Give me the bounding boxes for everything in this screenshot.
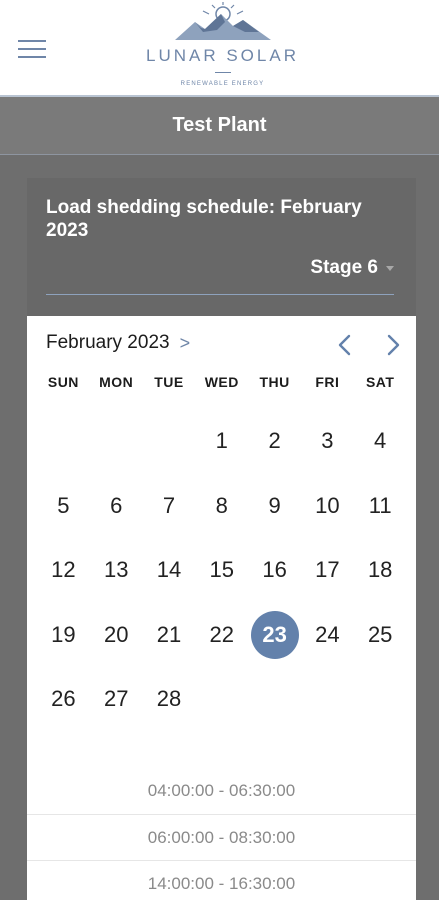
dropdown-underline (46, 294, 394, 295)
chevron-right-icon[interactable] (382, 332, 404, 358)
day-cell[interactable]: 15 (195, 538, 248, 603)
logo-divider (215, 72, 231, 73)
app-header: LUNAR SOLAR RENEWABLE ENERGY (0, 0, 439, 97)
day-number: 10 (315, 492, 340, 518)
schedule-card: Load shedding schedule: February 2023 St… (27, 178, 416, 318)
month-selector[interactable]: February 2023 > (46, 332, 190, 354)
app-root: LUNAR SOLAR RENEWABLE ENERGY Test Plant … (0, 0, 439, 900)
day-cell[interactable]: 20 (90, 603, 143, 668)
day-cell[interactable]: 9 (248, 474, 301, 539)
stage-dropdown[interactable]: Stage 6 (310, 257, 394, 279)
day-number: 5 (57, 492, 70, 518)
day-number: 24 (315, 621, 340, 647)
time-slot[interactable]: 06:00:00 - 08:30:00 (27, 814, 416, 860)
day-cell[interactable]: 8 (195, 474, 248, 539)
day-number: 22 (209, 621, 235, 647)
mountain-sun-icon (175, 2, 271, 40)
plant-title-bar: Test Plant (0, 97, 439, 155)
weekday-label: WED (204, 374, 239, 390)
day-number: 6 (110, 492, 123, 518)
month-label: February 2023 (46, 332, 170, 353)
day-number: 12 (51, 557, 76, 583)
day-number: 7 (162, 492, 176, 518)
day-cell[interactable]: 11 (354, 474, 407, 539)
day-number: 11 (368, 492, 392, 518)
day-number: 28 (156, 686, 182, 712)
day-number: 21 (156, 621, 182, 647)
day-cell[interactable]: 4 (354, 409, 407, 474)
day-number: 26 (51, 686, 76, 712)
day-cell[interactable]: 10 (301, 474, 354, 539)
empty-day-cell (143, 409, 196, 474)
day-cell[interactable]: 22 (195, 603, 248, 668)
day-cell[interactable]: 17 (301, 538, 354, 603)
day-number: 8 (215, 492, 228, 518)
day-cell[interactable]: 12 (37, 538, 90, 603)
day-cell[interactable]: 14 (143, 538, 196, 603)
day-cell[interactable]: 21 (143, 603, 196, 668)
day-number: 25 (367, 621, 393, 647)
day-grid: 1 2 3 4 5 6 7 8 9 10 11 12 13 14 15 16 17 18 19 20 21 22 23 24 2… (37, 409, 407, 732)
page-title: Test Plant (172, 114, 267, 136)
weekday-label: THU (259, 374, 290, 390)
logo-tagline: RENEWABLE ENERGY (180, 81, 265, 87)
empty-day-cell (37, 409, 90, 474)
day-number: 13 (103, 557, 129, 583)
day-cell[interactable]: 19 (37, 603, 90, 668)
day-cell[interactable]: 6 (90, 474, 143, 539)
chevron-left-icon[interactable] (334, 332, 356, 358)
day-cell[interactable]: 25 (354, 603, 407, 668)
day-number: 17 (315, 557, 340, 583)
calendar-header: February 2023 > (27, 316, 416, 368)
weekday-label: SAT (365, 374, 395, 390)
day-cell[interactable]: 7 (143, 474, 196, 539)
month-expand-icon: > (179, 332, 191, 353)
empty-day-cell (90, 409, 143, 474)
day-number: 14 (156, 557, 182, 583)
brand-logo: LUNAR SOLAR RENEWABLE ENERGY (135, 0, 310, 92)
day-number: 16 (262, 557, 287, 583)
day-number: 1 (215, 428, 228, 454)
selected-day-cell[interactable]: 23 (248, 603, 301, 668)
time-slot[interactable]: 04:00:00 - 06:30:00 (27, 768, 416, 814)
day-cell[interactable]: 24 (301, 603, 354, 668)
time-slot-list: 04:00:00 - 06:30:00 06:00:00 - 08:30:00 … (27, 768, 416, 900)
weekday-label: TUE (154, 374, 184, 390)
day-number: 20 (103, 621, 129, 647)
schedule-title: Load shedding schedule: February 2023 (46, 197, 362, 241)
day-cell[interactable]: 3 (301, 409, 354, 474)
weekday-label: SUN (47, 374, 79, 390)
day-number: 23 (250, 610, 299, 659)
stage-value: Stage 6 (310, 257, 378, 278)
logo-wordmark: LUNAR SOLAR (146, 46, 299, 65)
day-cell[interactable]: 13 (90, 538, 143, 603)
day-cell[interactable]: 27 (90, 667, 143, 732)
day-cell[interactable]: 2 (248, 409, 301, 474)
hamburger-menu-icon[interactable] (18, 40, 48, 60)
day-number: 27 (103, 686, 129, 712)
day-number: 19 (51, 621, 76, 647)
time-slot[interactable]: 14:00:00 - 16:30:00 (27, 860, 416, 900)
dropdown-caret-icon (386, 265, 394, 271)
day-number: 4 (374, 428, 387, 454)
day-cell[interactable]: 18 (354, 538, 407, 603)
day-cell[interactable]: 1 (195, 409, 248, 474)
day-number: 3 (321, 428, 334, 454)
day-cell[interactable]: 26 (37, 667, 90, 732)
day-cell[interactable]: 5 (37, 474, 90, 539)
day-number: 18 (367, 557, 393, 583)
day-number: 15 (209, 557, 235, 583)
weekday-label: MON (99, 374, 134, 390)
day-number: 2 (268, 428, 281, 454)
weekday-header-row: SUN MON TUE WED THU FRI SAT (37, 374, 407, 390)
day-cell[interactable]: 28 (143, 667, 196, 732)
day-number: 9 (268, 492, 281, 518)
calendar-card: February 2023 > SUN MON TUE WED THU FRI … (27, 316, 416, 900)
weekday-label: FRI (315, 374, 340, 390)
day-cell[interactable]: 16 (248, 538, 301, 603)
